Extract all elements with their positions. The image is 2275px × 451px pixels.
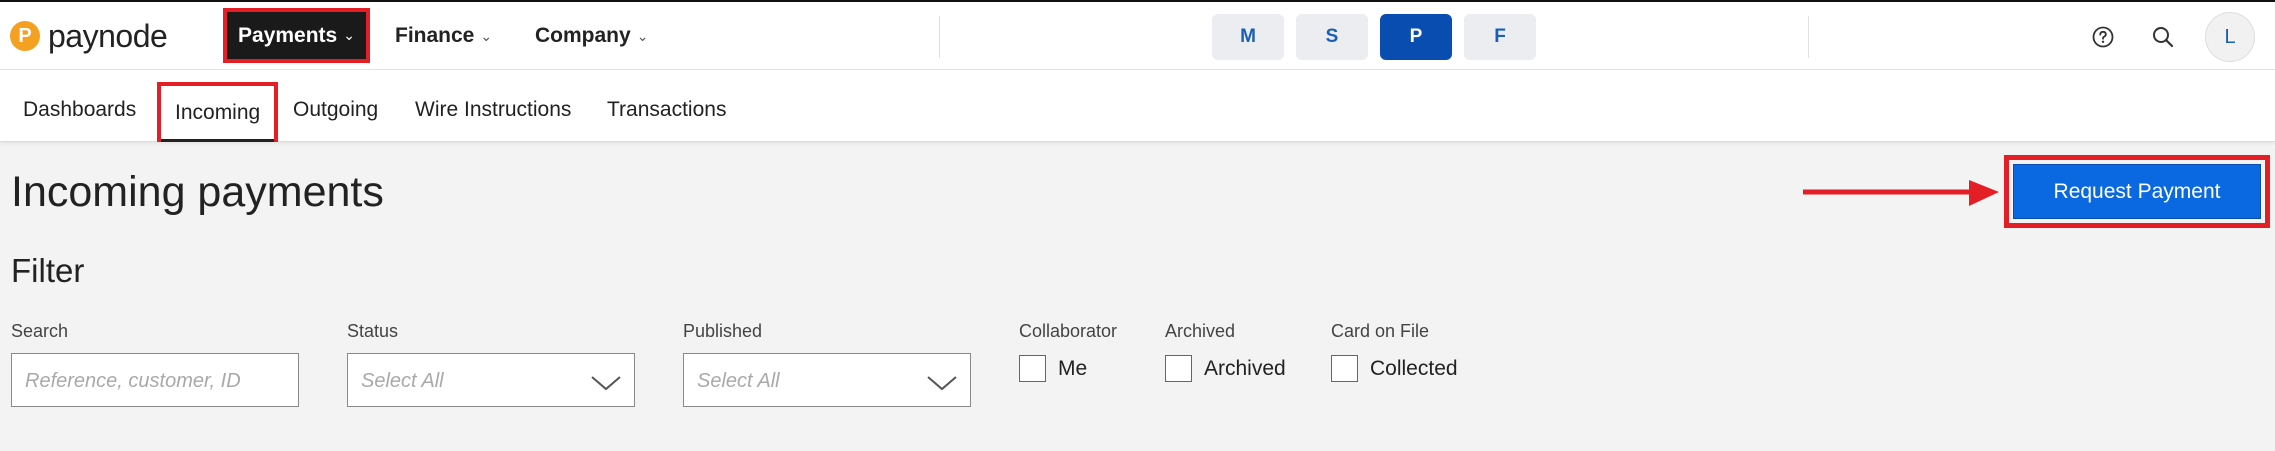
checkbox-box[interactable] [1019, 355, 1046, 382]
card-collected-label: Collected [1370, 356, 1458, 380]
tab-incoming[interactable]: Incoming [157, 82, 279, 142]
app-switch-f[interactable]: F [1464, 14, 1536, 60]
search-button[interactable] [2145, 19, 2181, 55]
payments-subnav: Dashboards Incoming Outgoing Wire Instru… [0, 70, 2275, 142]
request-payment-button[interactable]: Request Payment [2013, 164, 2261, 219]
search-label: Search [11, 321, 69, 341]
tab-transactions[interactable]: Transactions [607, 70, 726, 142]
app-switch-p[interactable]: P [1380, 14, 1452, 60]
brand-logo[interactable]: P paynode [10, 16, 168, 56]
chevron-down-icon: ⌄ [343, 27, 355, 43]
paynode-logo-icon: P [10, 21, 40, 51]
nav-divider [1808, 16, 1809, 58]
app-switch-m[interactable]: M [1212, 14, 1284, 60]
archived-label: Archived [1165, 321, 1236, 341]
page-title: Incoming payments [11, 168, 384, 216]
app-switch-s[interactable]: S [1296, 14, 1368, 60]
status-placeholder: Select All [361, 370, 444, 392]
card-collected-checkbox[interactable]: Collected [1331, 355, 1458, 382]
nav-company-menu[interactable]: Company ⌄ [535, 8, 648, 64]
checkbox-box[interactable] [1331, 355, 1358, 382]
checkbox-box[interactable] [1165, 355, 1192, 382]
help-icon [2092, 26, 2114, 48]
annotation-arrow [1803, 180, 1999, 206]
archived-option-label: Archived [1204, 356, 1286, 380]
help-button[interactable] [2085, 19, 2121, 55]
published-select[interactable]: Select All [683, 353, 971, 407]
search-placeholder: Reference, customer, ID [25, 370, 241, 392]
chevron-down-icon: ⌄ [480, 27, 493, 44]
chevron-down-icon [927, 376, 957, 391]
search-icon [2153, 27, 2174, 48]
app-switcher: M S P F [1212, 14, 1536, 60]
nav-divider [939, 16, 940, 58]
status-select[interactable]: Select All [347, 353, 635, 407]
nav-company-label: Company [535, 24, 631, 47]
nav-payments-menu[interactable]: Payments ⌄ [223, 8, 370, 63]
tab-wire-instructions[interactable]: Wire Instructions [415, 70, 571, 142]
user-avatar[interactable]: L [2205, 12, 2255, 62]
tab-dashboards[interactable]: Dashboards [23, 70, 136, 142]
nav-finance-label: Finance [395, 24, 475, 47]
request-payment-highlight: Request Payment [2004, 155, 2270, 228]
published-placeholder: Select All [697, 370, 780, 392]
top-navigation-bar: P paynode Payments ⌄ Finance ⌄ Company ⌄… [0, 0, 2275, 70]
chevron-down-icon [591, 376, 621, 391]
search-input[interactable]: Reference, customer, ID [11, 353, 299, 407]
collaborator-me-checkbox[interactable]: Me [1019, 355, 1087, 382]
status-label: Status [347, 321, 399, 341]
card-on-file-label: Card on File [1331, 321, 1430, 341]
nav-finance-menu[interactable]: Finance ⌄ [395, 8, 492, 64]
archived-checkbox[interactable]: Archived [1165, 355, 1286, 382]
tab-outgoing[interactable]: Outgoing [293, 70, 378, 142]
published-label: Published [683, 321, 763, 341]
header-actions: L [2085, 12, 2255, 62]
collaborator-label: Collaborator [1019, 321, 1118, 341]
brand-name: paynode [48, 17, 168, 54]
filter-heading: Filter [11, 252, 85, 289]
chevron-down-icon: ⌄ [636, 27, 649, 44]
nav-payments-label: Payments [238, 23, 338, 47]
collaborator-me-label: Me [1058, 356, 1088, 380]
